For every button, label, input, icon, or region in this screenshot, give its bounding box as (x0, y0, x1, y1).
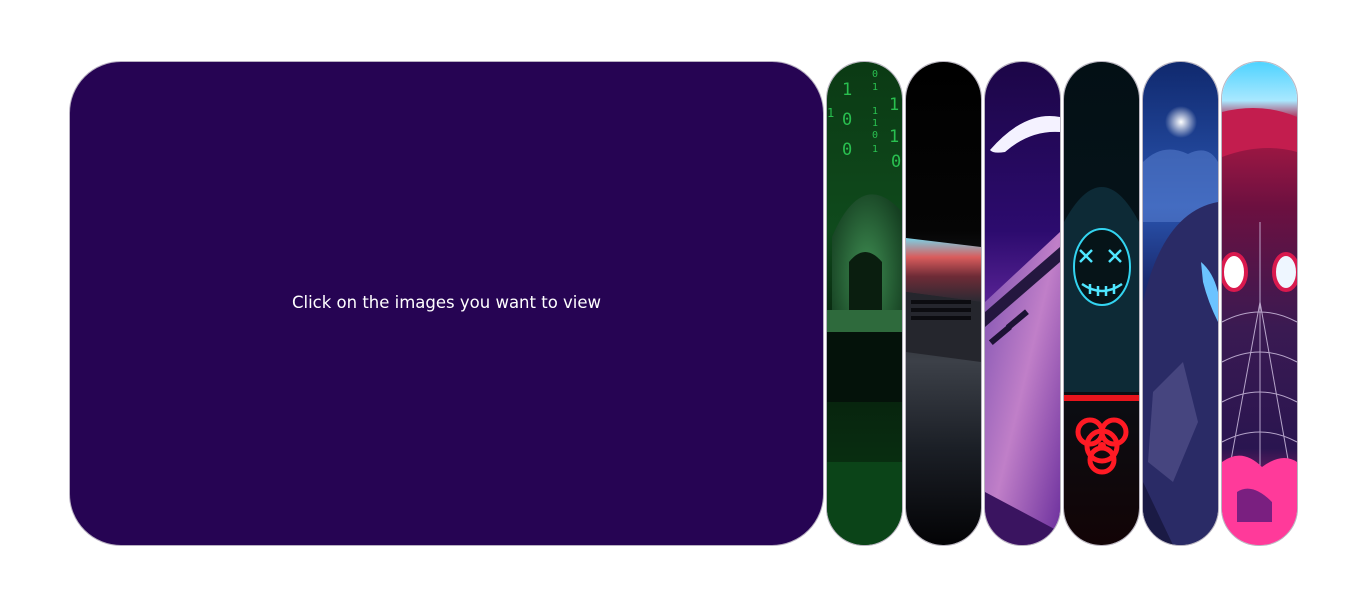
thumbnail-1[interactable]: 100 01 11 01 110 1 (826, 61, 903, 546)
hooded-hacker-matrix-icon: 100 01 11 01 110 1 (827, 62, 902, 545)
svg-text:1: 1 (889, 127, 899, 147)
neon-mask-biohazard-icon (1064, 62, 1139, 545)
svg-text:1: 1 (842, 80, 852, 100)
svg-text:0: 0 (872, 130, 878, 141)
svg-text:1: 1 (872, 118, 878, 129)
svg-text:1: 1 (827, 106, 834, 120)
svg-text:1: 1 (872, 144, 878, 155)
viewer-placeholder-text: Click on the images you want to view (291, 293, 602, 312)
image-viewer: Click on the images you want to view (69, 61, 824, 546)
spider-man-mask-icon (1222, 62, 1297, 545)
laptop-purple-icon (985, 62, 1060, 545)
svg-text:0: 0 (872, 69, 878, 80)
svg-text:0: 0 (842, 140, 852, 160)
hooded-figure-night-icon (1143, 62, 1218, 545)
svg-text:1: 1 (872, 82, 878, 93)
thumbnail-3[interactable] (984, 61, 1061, 546)
svg-text:0: 0 (891, 152, 901, 172)
image-gallery: Click on the images you want to view 100 (69, 61, 1298, 546)
svg-text:1: 1 (872, 106, 878, 117)
thumbnail-5[interactable] (1142, 61, 1219, 546)
thumbnail-6[interactable] (1221, 61, 1298, 546)
svg-text:0: 0 (842, 110, 852, 130)
svg-text:1: 1 (889, 95, 899, 115)
thumbnail-4[interactable] (1063, 61, 1140, 546)
thumbnail-2[interactable] (905, 61, 982, 546)
laptop-dark-icon (906, 62, 981, 545)
